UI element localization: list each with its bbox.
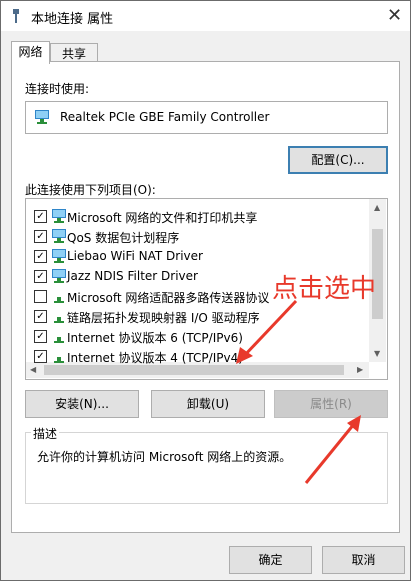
annotation-arrows (236, 299, 361, 484)
annotation-arrow-to-properties (304, 415, 361, 484)
annotation-arrow-to-ipv4 (236, 299, 298, 364)
tab-network[interactable]: 网络 (11, 41, 50, 64)
